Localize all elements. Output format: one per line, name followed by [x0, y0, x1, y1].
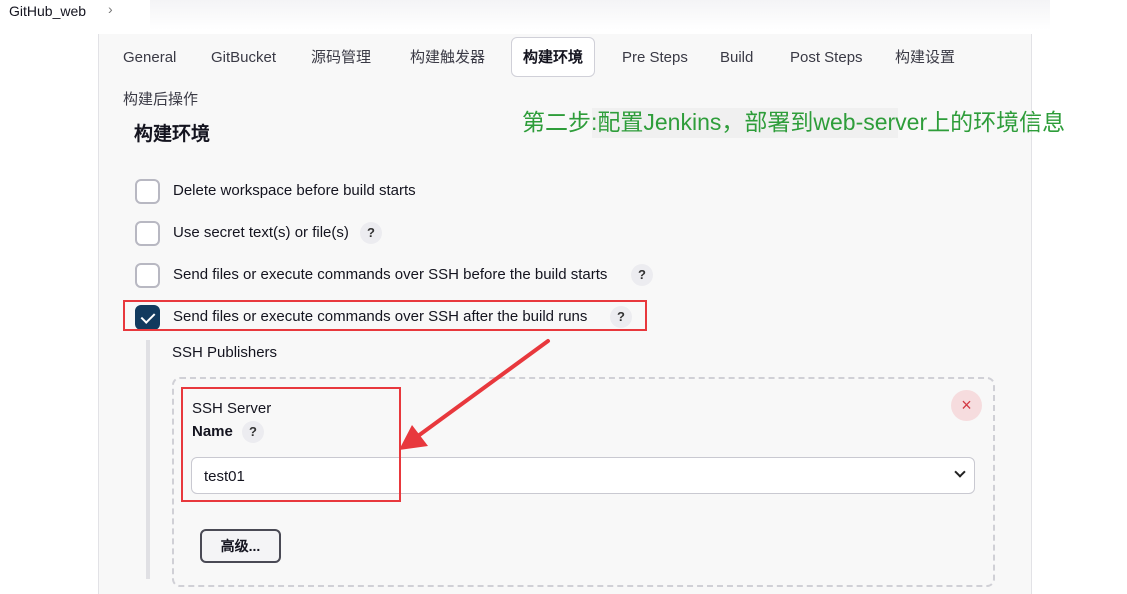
tab-post-steps[interactable]: Post Steps [779, 38, 874, 78]
help-icon[interactable]: ? [631, 264, 653, 286]
nesting-line [146, 340, 150, 579]
chevron-down-icon [954, 466, 966, 478]
name-label: Name [192, 423, 233, 440]
option-label: Use secret text(s) or file(s) [173, 224, 349, 241]
breadcrumb-project[interactable]: GitHub_web [9, 3, 86, 19]
tab-build-triggers[interactable]: 构建触发器 [399, 38, 496, 78]
tab-build-environment[interactable]: 构建环境 [511, 37, 596, 77]
tab-post-build-actions[interactable]: 构建后操作 [112, 80, 209, 120]
tab-general[interactable]: General [112, 38, 187, 78]
delete-workspace-checkbox[interactable] [135, 179, 160, 204]
ssh-after-build-checkbox[interactable] [135, 305, 160, 330]
breadcrumb-chevron-icon[interactable]: › [108, 1, 113, 17]
section-title: 构建环境 [134, 124, 211, 145]
remove-server-close-icon[interactable]: × [951, 390, 982, 421]
help-icon[interactable]: ? [610, 306, 632, 328]
breadcrumb: GitHub_web › [0, 0, 1127, 24]
help-icon[interactable]: ? [242, 421, 264, 443]
ssh-server-name-select[interactable]: test01 [191, 457, 975, 494]
ssh-publishers-title: SSH Publishers [172, 344, 278, 361]
tab-gitbucket[interactable]: GitBucket [200, 38, 287, 78]
option-label: Send files or execute commands over SSH … [173, 266, 608, 283]
option-label: Send files or execute commands over SSH … [173, 308, 588, 325]
secret-text-checkbox[interactable] [135, 221, 160, 246]
ssh-before-build-checkbox[interactable] [135, 263, 160, 288]
tab-pre-steps[interactable]: Pre Steps [611, 38, 699, 78]
tab-source-code[interactable]: 源码管理 [300, 38, 382, 78]
advanced-button[interactable]: 高级... [200, 529, 281, 563]
selected-server-name: test01 [204, 468, 245, 485]
tab-build[interactable]: Build [709, 38, 764, 78]
ssh-server-label: SSH Server [192, 400, 272, 417]
option-label: Delete workspace before build starts [173, 182, 416, 199]
help-icon[interactable]: ? [360, 222, 382, 244]
step-annotation: 第二步:配置Jenkins，部署到web-server上的环境信息 [522, 109, 1066, 135]
tab-build-settings[interactable]: 构建设置 [884, 38, 966, 78]
